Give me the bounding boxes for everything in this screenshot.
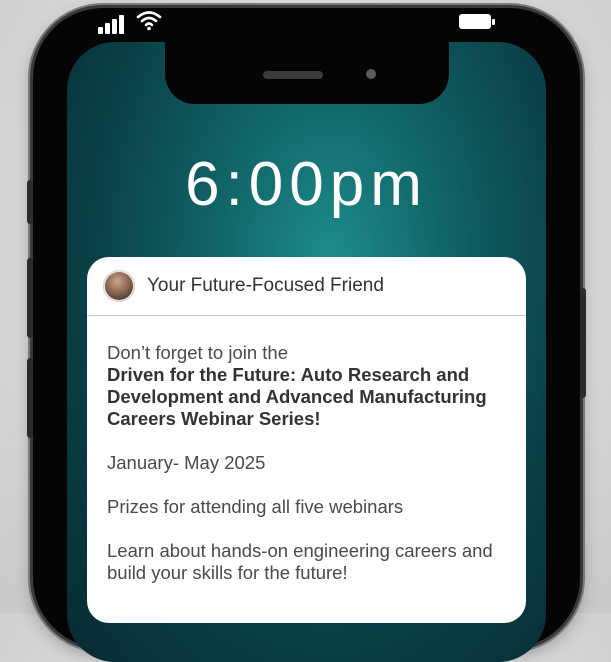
notification-description: Learn about hands-on engineering careers…	[107, 540, 493, 583]
notification-sender: Your Future-Focused Friend	[147, 275, 384, 296]
side-button-volume-up	[27, 258, 33, 338]
notification-message: Don’t forget to join the Driven for the …	[107, 342, 506, 430]
notification-prizes: Prizes for attending all five webinars	[107, 496, 404, 517]
phone-notch	[165, 34, 449, 104]
notification-card[interactable]: Your Future-Focused Friend Don’t forget …	[87, 257, 526, 623]
notification-headline: Driven for the Future: Auto Research and…	[107, 364, 487, 429]
lockscreen-time: 6:00pm	[185, 150, 428, 219]
side-button-power	[580, 288, 586, 398]
notification-header: Your Future-Focused Friend	[87, 257, 526, 316]
avatar	[103, 270, 135, 302]
notification-body: Don’t forget to join the Driven for the …	[87, 316, 526, 584]
notification-dates: January- May 2025	[107, 452, 266, 473]
battery-icon	[459, 14, 495, 29]
notification-intro: Don’t forget to join the	[107, 342, 288, 363]
signal-bars-icon	[98, 12, 124, 34]
wifi-icon	[136, 11, 162, 31]
side-button-mute	[27, 180, 33, 224]
side-button-volume-down	[27, 358, 33, 438]
phone-frame: 6:00pm Your Future-Focused Friend Don’t …	[27, 8, 586, 662]
front-camera	[366, 69, 376, 79]
lock-screen: 6:00pm Your Future-Focused Friend Don’t …	[67, 42, 546, 662]
speaker-grille	[263, 71, 323, 79]
